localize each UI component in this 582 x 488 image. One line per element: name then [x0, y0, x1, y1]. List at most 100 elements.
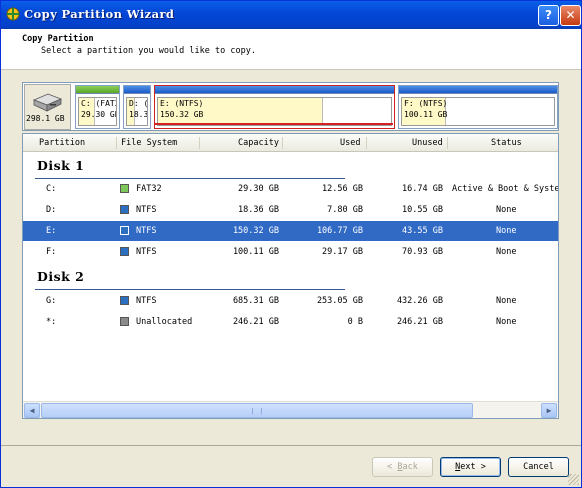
partition-block-label: D: (N: [129, 99, 148, 108]
hard-disk-icon: [32, 93, 63, 112]
partition-row-unallocated[interactable]: *: Unallocated 246.21 GB 0 B 246.21 GB N…: [23, 312, 558, 332]
page-subtitle: Select a partition you would like to cop…: [41, 46, 256, 56]
scroll-right-arrow-icon[interactable]: ▶: [541, 403, 557, 418]
scrollbar-thumb[interactable]: [41, 403, 473, 418]
partition-row-c[interactable]: C: FAT32 29.30 GB 12.56 GB 16.74 GB Acti…: [23, 179, 558, 199]
cell-status: Active & Boot & System: [452, 184, 559, 194]
partition-block-size: 18.3: [129, 110, 148, 119]
cell-partition: *:: [46, 317, 57, 327]
partition-block-size: 29.30 GB: [81, 110, 117, 119]
partition-block-inner: F: (NTFS) 100.11 GB: [401, 97, 555, 126]
cell-unused: 43.55 GB: [402, 226, 443, 236]
cell-file-system: NTFS: [136, 247, 157, 257]
grip-icon: [252, 408, 262, 414]
disk-1-summary[interactable]: 298.1 GB: [24, 84, 71, 130]
scroll-left-arrow-icon[interactable]: ◀: [24, 403, 40, 418]
cell-file-system: Unallocated: [136, 317, 193, 327]
cell-unused: 70.93 GB: [402, 247, 443, 257]
ntfs-icon: [120, 226, 129, 235]
horizontal-scrollbar[interactable]: ◀ ▶: [23, 401, 558, 418]
column-header-status[interactable]: Status: [491, 138, 522, 148]
column-header-partition[interactable]: Partition: [39, 138, 85, 148]
cell-capacity: 100.11 GB: [232, 247, 279, 257]
cell-partition: D:: [46, 205, 57, 215]
column-header-row: Partition File System Capacity Used Unus…: [23, 134, 558, 152]
cell-status: None: [496, 247, 517, 257]
selected-partition-indicator: [155, 123, 393, 125]
partition-bar: [155, 86, 394, 94]
cell-used: 253.05 GB: [316, 296, 363, 306]
ntfs-icon: [120, 205, 129, 214]
partition-bar: [76, 86, 119, 94]
cell-capacity: 685.31 GB: [232, 296, 279, 306]
wizard-header: Copy Partition Select a partition you wo…: [1, 29, 581, 70]
column-divider[interactable]: [199, 137, 200, 149]
disk-group-divider: [35, 289, 345, 290]
footer-divider: [1, 445, 581, 446]
partition-block-f[interactable]: F: (NTFS) 100.11 GB: [398, 85, 558, 129]
cell-status: None: [496, 205, 517, 215]
cell-unused: 432.26 GB: [396, 296, 443, 306]
column-header-capacity[interactable]: Capacity: [238, 138, 279, 148]
partition-block-size: 150.32 GB: [160, 110, 204, 119]
partition-row-g[interactable]: G: NTFS 685.31 GB 253.05 GB 432.26 GB No…: [23, 291, 558, 311]
cell-status: None: [496, 296, 517, 306]
cell-unused: 10.55 GB: [402, 205, 443, 215]
cell-file-system: NTFS: [136, 296, 157, 306]
disk-size-label: 298.1 GB: [26, 114, 65, 123]
partition-list[interactable]: Partition File System Capacity Used Unus…: [22, 133, 559, 419]
disk-group-header: Disk 1: [37, 158, 85, 173]
partition-row-d[interactable]: D: NTFS 18.36 GB 7.80 GB 10.55 GB None: [23, 200, 558, 220]
partition-bar: [124, 86, 150, 94]
cancel-button[interactable]: Cancel: [508, 457, 569, 477]
partition-block-label: F: (NTFS): [404, 99, 448, 108]
cell-capacity: 246.21 GB: [232, 317, 279, 327]
fat32-icon: [120, 184, 129, 193]
cell-capacity: 29.30 GB: [238, 184, 279, 194]
partition-block-label: E: (NTFS): [160, 99, 204, 108]
cell-unused: 246.21 GB: [396, 317, 443, 327]
disk-group-header: Disk 2: [37, 269, 85, 284]
cell-capacity: 150.32 GB: [232, 226, 279, 236]
partition-block-size: 100.11 GB: [404, 110, 448, 119]
back-button[interactable]: < Back: [372, 457, 433, 477]
cell-unused: 16.74 GB: [402, 184, 443, 194]
column-divider[interactable]: [366, 137, 367, 149]
column-header-used[interactable]: Used: [340, 138, 360, 148]
partition-bar: [399, 86, 557, 94]
cell-partition: E:: [46, 226, 57, 236]
partition-row-f[interactable]: F: NTFS 100.11 GB 29.17 GB 70.93 GB None: [23, 242, 558, 262]
ntfs-icon: [120, 296, 129, 305]
app-icon: [6, 7, 20, 21]
resize-grip-icon[interactable]: [568, 474, 579, 485]
cell-used: 29.17 GB: [322, 247, 363, 257]
partition-row-e[interactable]: E: NTFS 150.32 GB 106.77 GB 43.55 GB Non…: [23, 221, 558, 241]
next-button[interactable]: Next >: [440, 457, 501, 477]
back-button-label: ack: [402, 462, 418, 472]
partition-block-c[interactable]: C: (FAT32 29.30 GB: [75, 85, 120, 129]
ntfs-icon: [120, 247, 129, 256]
help-button[interactable]: ?: [538, 5, 559, 26]
cell-file-system: NTFS: [136, 226, 157, 236]
cell-status: None: [496, 317, 517, 327]
partition-block-inner: D: (N 18.3: [126, 97, 148, 126]
cell-partition: G:: [46, 296, 57, 306]
column-divider[interactable]: [282, 137, 283, 149]
partition-block-label: C: (FAT32: [81, 99, 116, 108]
cell-capacity: 18.36 GB: [238, 205, 279, 215]
page-title: Copy Partition: [22, 34, 94, 44]
back-button-prefix: <: [387, 462, 398, 472]
partition-block-inner: E: (NTFS) 150.32 GB: [157, 97, 392, 126]
cell-used: 7.80 GB: [327, 205, 363, 215]
partition-block-d[interactable]: D: (N 18.3: [123, 85, 151, 129]
column-header-file-system[interactable]: File System: [121, 138, 177, 148]
cell-partition: C:: [46, 184, 57, 194]
column-header-unused[interactable]: Unused: [412, 138, 443, 148]
column-divider[interactable]: [116, 137, 117, 149]
cell-file-system: FAT32: [136, 184, 162, 194]
cell-status: None: [496, 226, 517, 236]
title-bar[interactable]: Copy Partition Wizard ? ✕: [1, 1, 581, 29]
next-button-label: ext >: [460, 462, 486, 472]
close-button[interactable]: ✕: [560, 5, 581, 26]
column-divider[interactable]: [447, 137, 448, 149]
